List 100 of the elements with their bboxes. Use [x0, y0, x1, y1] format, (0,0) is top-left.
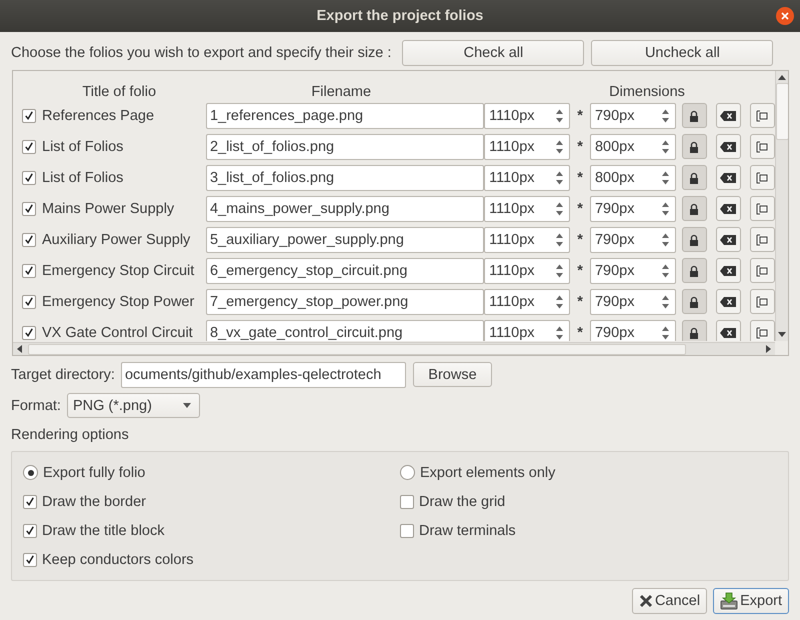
format-dropdown[interactable]: PNG (*.png) — [66, 393, 200, 418]
spin-box[interactable]: 800px — [590, 164, 676, 190]
clear-button[interactable] — [716, 227, 741, 252]
vertical-scrollbar[interactable] — [775, 71, 788, 341]
lock-button[interactable] — [682, 289, 707, 314]
clear-button[interactable] — [716, 289, 741, 314]
fit-size-button[interactable] — [750, 289, 775, 314]
checkbox[interactable] — [22, 232, 36, 246]
filename-field[interactable]: 2_list_of_folios.png — [206, 134, 484, 160]
spin-arrows-icon — [555, 170, 564, 186]
filename-field[interactable]: 6_emergency_stop_circuit.png — [206, 258, 484, 284]
spin-box[interactable]: 1110px — [484, 226, 570, 252]
lock-button[interactable] — [682, 103, 707, 128]
checkbox[interactable] — [23, 494, 37, 508]
spin-arrows-icon — [660, 262, 670, 278]
lock-button[interactable] — [682, 258, 707, 283]
clear-button[interactable] — [716, 134, 741, 159]
check-button[interactable]: Uncheck all — [591, 40, 774, 66]
clear-button[interactable] — [716, 320, 741, 341]
filename-field[interactable]: 5_auxiliary_power_supply.png — [206, 226, 484, 252]
lock-button[interactable] — [682, 165, 707, 190]
frame-icon — [756, 140, 768, 152]
spin-box[interactable]: 800px — [590, 134, 676, 160]
separator-text: * — [576, 262, 584, 278]
fit-size-button[interactable] — [750, 134, 775, 159]
fit-size-button[interactable] — [750, 258, 775, 283]
fit-size-button[interactable] — [750, 196, 775, 221]
backspace-icon — [720, 172, 736, 182]
spin-box[interactable]: 790px — [590, 320, 676, 341]
fit-size-button[interactable] — [750, 103, 775, 128]
checkbox[interactable] — [23, 524, 37, 538]
horizontal-scrollbar[interactable] — [13, 342, 775, 355]
checkbox[interactable] — [22, 202, 36, 216]
spin-box[interactable]: 790px — [590, 258, 676, 284]
spin-box[interactable]: 790px — [590, 288, 676, 314]
backspace-icon — [720, 204, 736, 214]
checkbox[interactable] — [22, 140, 36, 154]
checkbox[interactable] — [23, 552, 37, 566]
clear-button[interactable] — [716, 196, 741, 221]
close-icon — [776, 7, 794, 25]
checkmark-icon — [23, 264, 35, 277]
fit-size-button[interactable] — [750, 320, 775, 341]
spin-arrows-icon — [555, 262, 564, 278]
filename-field[interactable]: 4_mains_power_supply.png — [206, 196, 484, 222]
spin-box[interactable]: 1110px — [484, 196, 570, 222]
backspace-icon — [720, 110, 736, 120]
spin-arrows-icon — [660, 138, 670, 154]
lock-icon — [689, 234, 700, 246]
radio-button[interactable] — [400, 465, 415, 480]
spin-box[interactable]: 790px — [590, 102, 676, 128]
filename-field[interactable]: 8_vx_gate_control_circuit.png — [206, 320, 484, 341]
lock-button[interactable] — [682, 134, 707, 159]
filename-field[interactable]: 3_list_of_folios.png — [206, 164, 484, 190]
backspace-icon — [720, 142, 736, 152]
spin-box[interactable]: 1110px — [484, 164, 570, 190]
checkbox[interactable] — [400, 494, 414, 508]
left-arrow-icon — [17, 345, 22, 353]
checkbox[interactable] — [22, 264, 36, 278]
checkbox[interactable] — [22, 170, 36, 184]
fit-size-button[interactable] — [750, 227, 775, 252]
check-button[interactable]: Check all — [402, 40, 584, 66]
field-label: Target directory: — [11, 366, 115, 382]
scroll-thumb[interactable] — [776, 83, 788, 140]
separator-text: * — [576, 108, 584, 124]
checkbox[interactable] — [400, 524, 414, 538]
clear-button[interactable] — [716, 103, 741, 128]
frame-icon — [756, 326, 768, 338]
spin-box[interactable]: 790px — [590, 226, 676, 252]
clear-button[interactable] — [716, 258, 741, 283]
folio-title: List of Folios — [42, 170, 124, 186]
spin-box[interactable]: 1110px — [484, 134, 570, 160]
option-label: Draw terminals — [419, 522, 516, 538]
spin-box[interactable]: 1110px — [484, 102, 570, 128]
spin-box[interactable]: 790px — [590, 196, 676, 222]
column-header: Title of folio — [81, 84, 158, 100]
checkbox[interactable] — [22, 326, 36, 340]
scroll-thumb[interactable] — [28, 344, 686, 354]
fit-size-button[interactable] — [750, 165, 775, 190]
folio-title: Emergency Stop Power — [42, 294, 196, 310]
filename-field[interactable]: 1_references_page.png — [206, 102, 484, 128]
cancel-button[interactable]: Cancel — [632, 588, 708, 614]
checkmark-icon — [23, 140, 35, 153]
export-button[interactable]: Export — [713, 588, 789, 614]
lock-icon — [689, 172, 700, 184]
lock-button[interactable] — [682, 196, 707, 221]
checkbox[interactable] — [22, 294, 36, 308]
spin-arrows-icon — [555, 294, 564, 310]
browse-button[interactable]: Browse — [412, 362, 492, 387]
lock-button[interactable] — [682, 227, 707, 252]
radio-button[interactable] — [23, 465, 38, 480]
separator-text: * — [576, 324, 584, 340]
spin-box[interactable]: 1110px — [484, 288, 570, 314]
lock-button[interactable] — [682, 320, 707, 341]
spin-box[interactable]: 1110px — [484, 258, 570, 284]
directory-field[interactable]: ocuments/github/examples-qelectrotech — [120, 362, 406, 388]
filename-field[interactable]: 7_emergency_stop_power.png — [206, 288, 484, 314]
window-title: Export the project folios — [316, 8, 484, 24]
clear-button[interactable] — [716, 165, 741, 190]
spin-box[interactable]: 1110px — [484, 320, 570, 341]
checkbox[interactable] — [22, 108, 36, 122]
